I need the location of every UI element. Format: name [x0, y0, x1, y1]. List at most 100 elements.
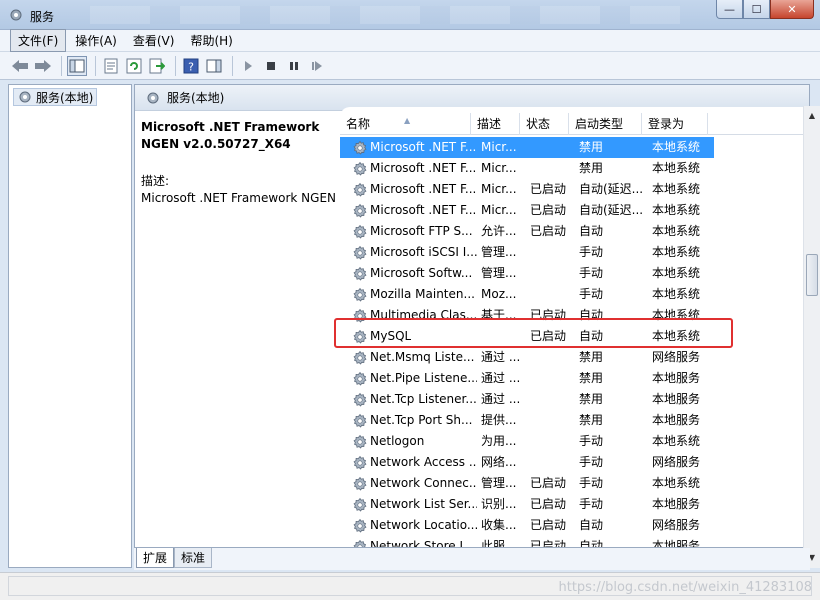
table-row[interactable]: Microsoft .NET F... Micr... 禁用 本地系统: [340, 137, 796, 158]
table-row[interactable]: Net.Tcp Listener... 通过 ... 禁用 本地服务: [340, 389, 796, 410]
vertical-scrollbar[interactable]: ▲ ▼: [803, 106, 820, 568]
cell-description: Micr...: [477, 137, 526, 158]
column-header-logon-as[interactable]: 登录为: [642, 113, 708, 135]
tab-standard[interactable]: 标准: [174, 548, 213, 568]
service-description-panel: Microsoft .NET Framework NGEN v2.0.50727…: [141, 119, 341, 207]
service-name: Microsoft .NET F...: [370, 182, 477, 196]
restart-service-button[interactable]: [307, 56, 327, 76]
menu-action[interactable]: 操作(A): [68, 30, 124, 51]
restart-icon: [312, 60, 322, 71]
table-row[interactable]: Mozilla Mainten... Moz... 手动 本地系统: [340, 284, 796, 305]
cell-logon-as: 本地系统: [648, 137, 714, 158]
cell-description: Micr...: [481, 203, 517, 217]
table-row[interactable]: Network Store I... 此服... 已启动 自动 本地服务: [340, 536, 796, 547]
show-console-tree-button[interactable]: [67, 55, 87, 76]
table-row[interactable]: Network List Ser... 识别... 已启动 手动 本地服务: [340, 494, 796, 515]
cell-name: Network Connec...: [340, 473, 477, 494]
service-gear-icon: [353, 140, 367, 155]
service-name: Net.Tcp Port Sh...: [370, 413, 473, 427]
table-row[interactable]: Microsoft Softw... 管理... 手动 本地系统: [340, 263, 796, 284]
tree-item-services-local[interactable]: 服务(本地): [13, 88, 98, 106]
forward-button[interactable]: [33, 56, 53, 76]
tab-extended[interactable]: 扩展: [136, 548, 175, 568]
table-row[interactable]: Net.Msmq Liste... 通过 ... 禁用 网络服务: [340, 347, 796, 368]
table-row[interactable]: Microsoft .NET F... Micr... 已启动 自动(延迟... 本地系…: [340, 179, 796, 200]
column-header-description[interactable]: 描述: [471, 113, 520, 135]
refresh-button[interactable]: [124, 56, 144, 76]
title-bar[interactable]: 服务 — ☐ ✕: [0, 0, 820, 30]
stop-service-button[interactable]: [261, 56, 281, 76]
service-gear-icon: [353, 455, 367, 470]
cell-logon-as: 本地系统: [652, 161, 701, 175]
cell-status: [526, 242, 575, 263]
sort-ascending-icon: ▲: [404, 116, 411, 125]
service-gear-icon: [353, 392, 367, 407]
minimize-button[interactable]: —: [716, 0, 743, 19]
table-row[interactable]: Net.Pipe Listene... 通过 ... 禁用 本地服务: [340, 368, 796, 389]
show-action-pane-button[interactable]: [204, 56, 224, 76]
cell-status: [526, 158, 575, 179]
cell-startup-type: 手动: [579, 287, 604, 301]
cell-status: [526, 263, 575, 284]
menu-help[interactable]: 帮助(H): [183, 30, 239, 51]
table-row[interactable]: Net.Tcp Port Sh... 提供... 禁用 本地服务: [340, 410, 796, 431]
cell-status: [526, 431, 575, 452]
table-row[interactable]: Netlogon 为用... 手动 本地系统: [340, 431, 796, 452]
table-row[interactable]: Microsoft iSCSI I... 管理... 手动 本地系统: [340, 242, 796, 263]
services-gear-icon: [10, 9, 22, 21]
cell-name: Microsoft .NET F...: [340, 200, 477, 221]
arrow-right-icon: [35, 59, 51, 72]
pause-service-button[interactable]: [284, 56, 304, 76]
service-name: Microsoft .NET F...: [370, 203, 477, 217]
table-row[interactable]: Microsoft .NET F... Micr... 禁用 本地系统: [340, 158, 796, 179]
cell-logon-as: 网络服务: [652, 518, 701, 532]
help-button[interactable]: ?: [181, 56, 201, 76]
table-row[interactable]: Microsoft FTP S... 允许... 已启动 自动 本地系统: [340, 221, 796, 242]
close-button[interactable]: ✕: [770, 0, 814, 19]
scrollbar-thumb[interactable]: [806, 254, 818, 296]
cell-status: 已启动: [530, 518, 567, 532]
cell-description: 此服...: [481, 539, 517, 547]
service-name: Net.Msmq Liste...: [370, 350, 475, 364]
column-header-startup-type[interactable]: 启动类型: [569, 113, 642, 135]
cell-logon-as: 本地系统: [652, 434, 701, 448]
cell-status: [526, 389, 575, 410]
cell-description: 提供...: [481, 413, 517, 427]
scroll-up-icon[interactable]: ▲: [804, 108, 820, 124]
back-button[interactable]: [10, 56, 30, 76]
cell-startup-type: 手动: [579, 476, 604, 490]
column-header-status[interactable]: 状态: [520, 113, 569, 135]
cell-logon-as: 本地系统: [652, 476, 701, 490]
cell-name: Network Store I...: [340, 536, 477, 547]
properties-button[interactable]: [101, 56, 121, 76]
toolbar: ?: [0, 52, 820, 80]
cell-description: Moz...: [481, 287, 517, 301]
tree-item-label: 服务(本地): [36, 90, 94, 105]
table-row[interactable]: Network Locatio... 收集... 已启动 自动 网络服务: [340, 515, 796, 536]
menu-view[interactable]: 查看(V): [126, 30, 182, 51]
cell-status: 已启动: [530, 539, 567, 547]
service-gear-icon: [353, 224, 367, 239]
start-service-button[interactable]: [238, 56, 258, 76]
export-list-button[interactable]: [147, 56, 167, 76]
table-row[interactable]: Network Connec... 管理... 已启动 手动 本地系统: [340, 473, 796, 494]
column-header-label: 名称: [346, 117, 371, 131]
cell-name: Net.Tcp Listener...: [340, 389, 477, 410]
cell-description: 收集...: [481, 518, 517, 532]
service-gear-icon: [353, 203, 367, 218]
service-gear-icon: [353, 182, 367, 197]
table-row[interactable]: Network Access ... 网络... 手动 网络服务: [340, 452, 796, 473]
maximize-button[interactable]: ☐: [743, 0, 770, 19]
column-header-name[interactable]: ▲ 名称: [340, 113, 471, 135]
cell-name: Network Access ...: [340, 452, 477, 473]
table-row[interactable]: Microsoft .NET F... Micr... 已启动 自动(延迟... 本地系…: [340, 200, 796, 221]
cell-name: Microsoft .NET F...: [340, 158, 477, 179]
cell-startup-type: 自动: [579, 224, 604, 238]
menu-file[interactable]: 文件(F): [10, 29, 67, 52]
service-name: Network Store I...: [370, 539, 475, 547]
pause-icon: [290, 61, 298, 70]
service-gear-icon: [353, 413, 367, 428]
cell-startup-type: 自动(延迟...: [579, 182, 644, 196]
cell-name: Microsoft FTP S...: [340, 221, 477, 242]
cell-startup-type: 手动: [579, 266, 604, 280]
